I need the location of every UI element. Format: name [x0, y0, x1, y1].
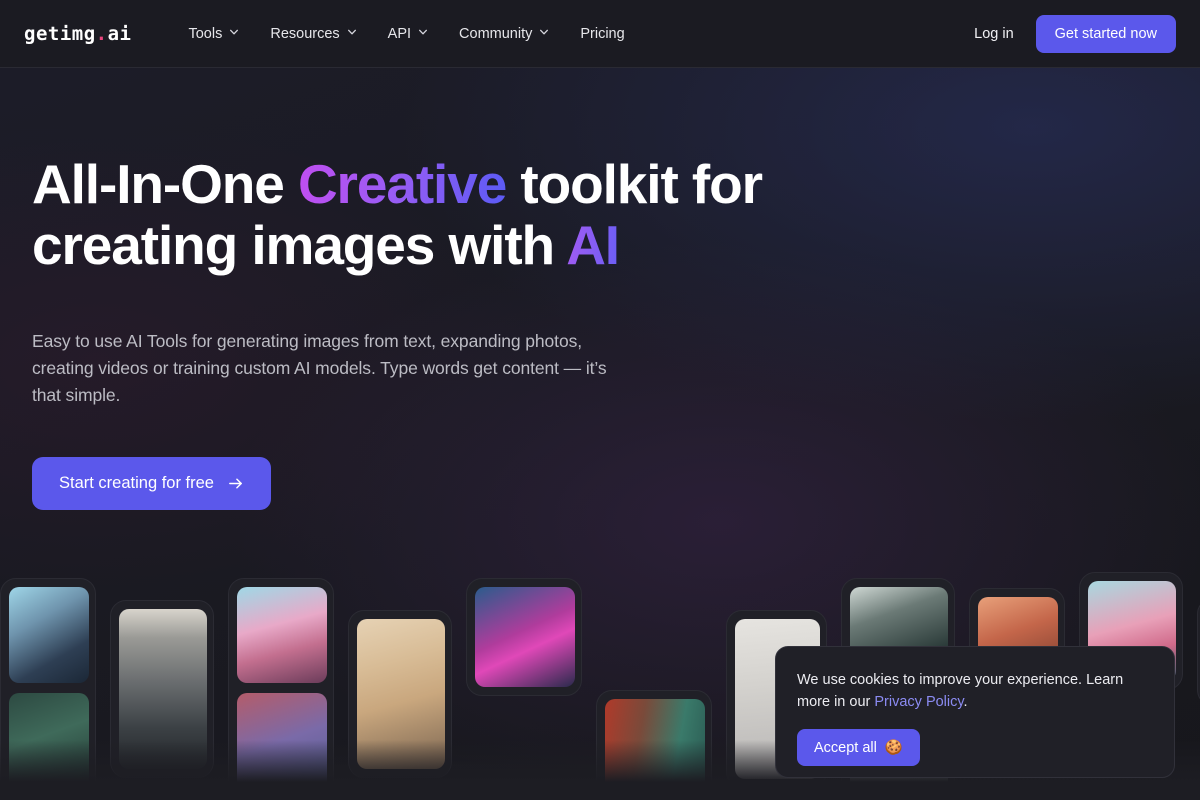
headline-accent-ai: AI	[566, 214, 620, 276]
nav-item-resources[interactable]: Resources	[254, 20, 371, 48]
gallery-image-vogue-magazine-cover[interactable]	[119, 609, 207, 769]
logo-suffix: ai	[107, 22, 132, 45]
gallery-image-surreal-planet-landscape[interactable]	[237, 587, 327, 683]
get-started-button[interactable]: Get started now	[1035, 14, 1176, 53]
gallery-image-cyberpunk-neon-android[interactable]	[475, 587, 575, 687]
gallery-image-portrait-silver-face[interactable]	[9, 587, 89, 683]
gallery-image-sunlit-bedroom-interior[interactable]	[357, 619, 445, 769]
logo-name: getimg	[24, 22, 96, 45]
logo-dot: .	[95, 22, 108, 45]
cookie-consent-banner: We use cookies to improve your experienc…	[775, 646, 1175, 778]
hero-section: All-In-One Creative toolkit for creating…	[0, 68, 1200, 510]
nav-item-tools[interactable]: Tools	[172, 20, 254, 48]
nav-item-api[interactable]: API	[372, 20, 443, 48]
gallery-image-neon-portrait-blue[interactable]	[237, 693, 327, 800]
arrow-right-icon	[227, 475, 244, 492]
page-title: All-In-One Creative toolkit for creating…	[32, 154, 932, 276]
top-navigation-bar: getimg.ai Tools Resources API Community Pric…	[0, 0, 1200, 68]
accept-all-label: Accept all	[814, 739, 877, 756]
accept-all-cookies-button[interactable]: Accept all 🍪	[797, 729, 920, 766]
gallery-column	[110, 600, 214, 778]
nav-item-label: Resources	[270, 25, 340, 42]
nav-item-label: Community	[459, 25, 533, 42]
gallery-column	[0, 578, 96, 800]
start-creating-button[interactable]: Start creating for free	[32, 457, 271, 510]
cookie-text-after: .	[963, 694, 968, 710]
start-creating-label: Start creating for free	[59, 474, 214, 492]
nav-links: Tools Resources API Community Pricing	[172, 20, 640, 48]
gallery-column	[466, 578, 582, 696]
gallery-image-red-green-split-eyes[interactable]	[605, 699, 705, 799]
cookie-message: We use cookies to improve your experienc…	[797, 669, 1150, 713]
chevron-down-icon	[347, 27, 356, 36]
login-link[interactable]: Log in	[970, 20, 1018, 48]
nav-item-label: Pricing	[580, 25, 625, 42]
nav-item-pricing[interactable]: Pricing	[564, 20, 640, 48]
nav-item-community[interactable]: Community	[443, 20, 564, 48]
gallery-column	[228, 578, 334, 800]
privacy-policy-link[interactable]: Privacy Policy	[874, 694, 963, 710]
gallery-column	[348, 610, 452, 778]
landing-page: getimg.ai Tools Resources API Community Pric…	[0, 0, 1200, 800]
nav-item-label: Tools	[188, 25, 223, 42]
cookie-icon: 🍪	[884, 740, 903, 756]
chevron-down-icon	[229, 27, 239, 36]
nav-item-label: API	[387, 25, 412, 42]
chevron-down-icon	[539, 27, 549, 36]
headline-accent-creative: Creative	[297, 153, 507, 215]
nav-right-actions: Log in Get started now	[970, 14, 1176, 53]
hero-subheading: Easy to use AI Tools for generating imag…	[32, 331, 607, 405]
headline-part-1: All-In-One	[32, 153, 298, 215]
site-logo[interactable]: getimg.ai	[24, 23, 131, 45]
gallery-image-dark-green-figure[interactable]	[9, 693, 89, 800]
gallery-column	[596, 690, 712, 800]
chevron-down-icon	[418, 27, 428, 36]
